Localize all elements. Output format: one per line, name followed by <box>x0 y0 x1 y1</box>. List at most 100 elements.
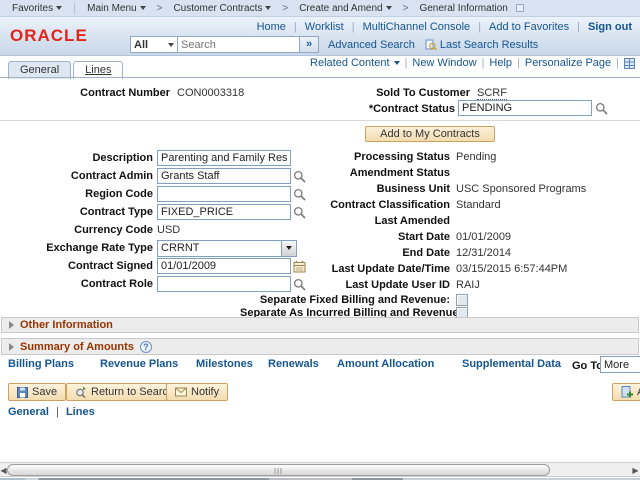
search-bar: All » Advanced Search Last Search Result… <box>130 36 538 53</box>
divider <box>0 120 640 121</box>
chevron-down-icon <box>265 6 271 10</box>
revenue-plans-link[interactable]: Revenue Plans <box>100 358 178 370</box>
description-label: Description <box>0 152 157 164</box>
last-update-user-value: RAIJ <box>456 279 480 291</box>
summary-of-amounts-title: Summary of Amounts <box>20 341 134 353</box>
nav-separator: | <box>352 21 355 33</box>
tab-underline <box>0 77 640 78</box>
last-update-datetime-label: Last Update Date/Time <box>240 263 456 275</box>
breadcrumb-favorites-label: Favorites <box>12 3 53 14</box>
add-icon <box>621 386 633 398</box>
chevron-down-icon <box>56 6 62 10</box>
contract-type-label: Contract Type <box>0 206 157 218</box>
separate-fixed-label: Separate Fixed Billing and Revenue: <box>240 294 456 306</box>
horizontal-scrollbar[interactable]: ◀ ▶ <box>0 462 640 477</box>
contract-classification-label: Contract Classification <box>240 199 456 211</box>
chevron-down-icon <box>394 61 400 65</box>
separate-fixed-row: Separate Fixed Billing and Revenue: <box>240 293 640 306</box>
chevron-down-icon <box>140 6 146 10</box>
breadcrumb-main-menu[interactable]: Main Menu <box>83 3 149 14</box>
worklist-link[interactable]: Worklist <box>305 21 344 33</box>
amendment-status-row: Amendment Status <box>240 165 640 181</box>
contract-signed-label: Contract Signed <box>0 260 157 272</box>
breadcrumb-favorites[interactable]: Favorites <box>8 3 66 14</box>
end-date-row: End Date 12/31/2014 <box>240 245 640 261</box>
last-amended-label: Last Amended <box>240 215 456 227</box>
scroll-left-arrow-icon[interactable]: ◀ <box>0 465 7 476</box>
breadcrumb-general-information[interactable]: General Information <box>415 3 511 14</box>
multichannel-console-link[interactable]: MultiChannel Console <box>363 21 471 33</box>
peoplesoft-page: Favorites Main Menu > Customer Contracts… <box>0 0 640 480</box>
billing-plans-link[interactable]: Billing Plans <box>8 358 74 370</box>
personalize-page-link[interactable]: Personalize Page <box>525 57 611 69</box>
sold-to-customer-label: Sold To Customer <box>280 87 470 99</box>
pagebar-separator: | <box>405 57 408 69</box>
tab-general-label: General <box>20 64 59 76</box>
pagebar-separator: | <box>517 57 520 69</box>
add-button[interactable]: Add <box>612 383 640 401</box>
help-link[interactable]: Help <box>489 57 512 69</box>
nav-separator: | <box>478 21 481 33</box>
help-icon[interactable]: ? <box>140 341 152 353</box>
breadcrumb-label: Customer Contracts <box>173 3 262 14</box>
expand-arrow-icon <box>9 321 14 329</box>
search-input[interactable] <box>178 36 300 53</box>
search-submit-button[interactable]: » <box>300 36 319 53</box>
contract-status-label: *Contract Status <box>280 103 455 115</box>
go-to-select[interactable]: More <box>600 356 640 373</box>
new-window-link[interactable]: New Window <box>412 57 476 69</box>
nav-separator: | <box>294 21 297 33</box>
scrollbar-thumb[interactable] <box>7 464 550 476</box>
other-information-section[interactable]: Other Information <box>1 317 639 333</box>
home-link[interactable]: Home <box>257 21 286 33</box>
start-date-row: Start Date 01/01/2009 <box>240 229 640 245</box>
go-to-label: Go To <box>572 360 603 372</box>
contract-role-label: Contract Role <box>0 278 157 290</box>
last-update-user-label: Last Update User ID <box>240 279 456 291</box>
currency-code-value: USD <box>157 224 180 236</box>
breadcrumb-page-icon <box>516 4 524 12</box>
last-amended-row: Last Amended <box>240 213 640 229</box>
breadcrumb-separator: > <box>403 3 409 14</box>
breadcrumb-main-menu-label: Main Menu <box>87 3 136 14</box>
sign-out-link[interactable]: Sign out <box>588 21 632 33</box>
processing-status-label: Processing Status <box>240 151 456 163</box>
personalize-grid-icon[interactable] <box>624 57 635 69</box>
go-to-value: More <box>601 359 640 371</box>
contract-status-input[interactable] <box>458 100 592 116</box>
last-search-results-link[interactable]: Last Search Results <box>440 39 538 51</box>
scrollbar-grip <box>274 468 283 474</box>
sold-to-customer-value[interactable]: SCRF <box>477 87 507 100</box>
breadcrumb-separator: > <box>157 3 163 14</box>
contract-number-value: CON0003318 <box>177 87 244 99</box>
save-icon <box>17 386 28 398</box>
milestones-link[interactable]: Milestones <box>196 358 253 370</box>
scroll-right-arrow-icon[interactable]: ▶ <box>632 465 639 476</box>
related-content-link[interactable]: Related Content <box>310 57 390 69</box>
renewals-link[interactable]: Renewals <box>268 358 319 370</box>
contract-status-lookup-icon[interactable] <box>595 102 608 115</box>
nav-separator: | <box>577 21 580 33</box>
summary-of-amounts-section[interactable]: Summary of Amounts ? <box>1 338 639 355</box>
breadcrumb-label: Create and Amend <box>299 3 382 14</box>
amount-allocation-link[interactable]: Amount Allocation <box>337 358 434 370</box>
header-nav: Home | Worklist | MultiChannel Console |… <box>257 21 632 33</box>
breadcrumb-customer-contracts[interactable]: Customer Contracts <box>169 3 275 14</box>
add-to-my-contracts-button[interactable]: Add to My Contracts <box>365 126 495 142</box>
supplemental-data-link[interactable]: Supplemental Data <box>462 358 561 370</box>
search-scope-select[interactable]: All <box>130 36 178 53</box>
notify-button[interactable]: Notify <box>166 383 228 401</box>
last-update-user-row: Last Update User ID RAIJ <box>240 277 640 293</box>
breadcrumb: Favorites Main Menu > Customer Contracts… <box>0 0 640 17</box>
save-button[interactable]: Save <box>8 383 66 401</box>
advanced-search-link[interactable]: Advanced Search <box>328 39 415 51</box>
bottom-lines-link[interactable]: Lines <box>66 406 95 418</box>
tab-lines-label: Lines <box>85 64 111 76</box>
breadcrumb-create-and-amend[interactable]: Create and Amend <box>295 3 395 14</box>
bottom-general-link[interactable]: General <box>8 406 49 418</box>
notify-icon <box>175 386 187 398</box>
business-unit-value: USC Sponsored Programs <box>456 183 586 195</box>
business-unit-label: Business Unit <box>240 183 456 195</box>
separate-fixed-checkbox[interactable] <box>456 294 468 306</box>
add-to-favorites-link[interactable]: Add to Favorites <box>489 21 569 33</box>
